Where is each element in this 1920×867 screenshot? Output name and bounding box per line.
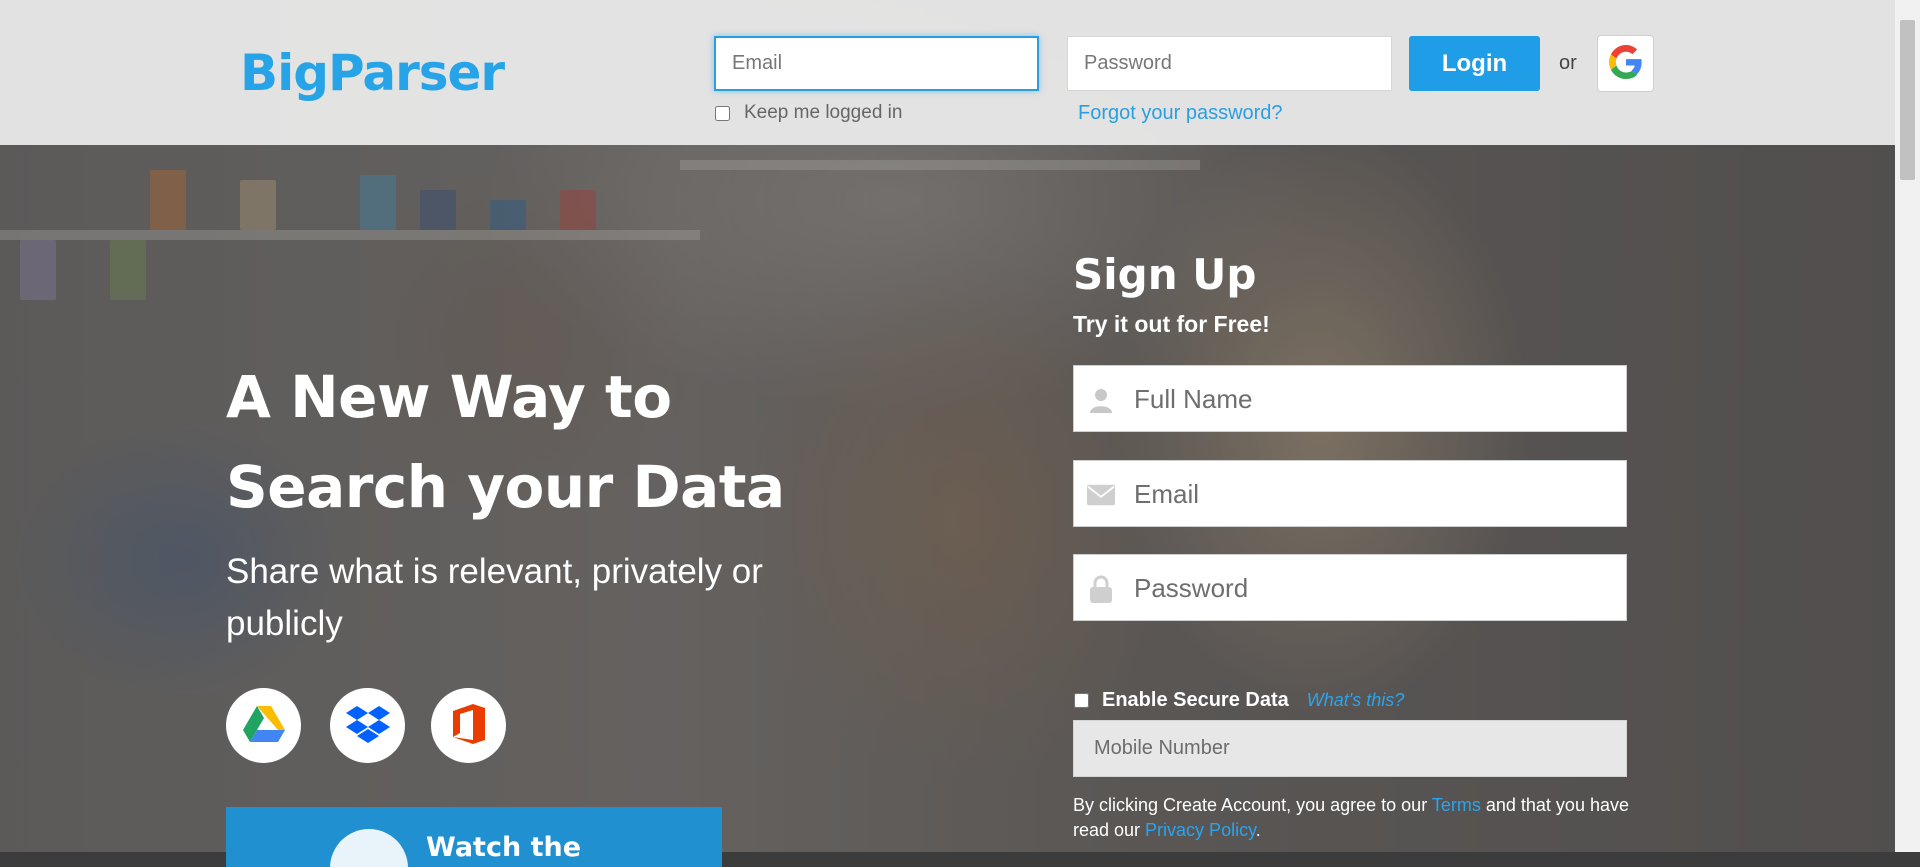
signup-title: Sign Up [1073,250,1257,299]
lock-icon [1087,575,1115,603]
hero-title-line2: Search your Data [226,453,785,521]
google-login-button[interactable] [1597,35,1654,92]
privacy-policy-link[interactable]: Privacy Policy [1145,820,1256,840]
envelope-icon [1087,481,1115,509]
signup-subtitle: Try it out for Free! [1073,311,1270,337]
top-login-bar: BigParser Login or Keep me logged in For… [0,0,1895,145]
fullname-input[interactable] [1132,366,1616,433]
office-button[interactable] [431,688,506,763]
google-drive-icon [242,704,286,748]
google-logo-icon [1608,44,1643,83]
forgot-password-link[interactable]: Forgot your password? [1078,102,1283,125]
hero-subtitle: Share what is relevant, privately or pub… [226,552,763,643]
keep-logged-in-checkbox[interactable] [715,105,730,121]
secure-data-checkbox[interactable] [1074,693,1089,708]
terms-prefix: By clicking Create Account, you agree to… [1073,795,1432,815]
login-button[interactable]: Login [1409,36,1540,91]
secure-data-row: Enable Secure Data What's this? [1073,689,1404,712]
secure-data-label: Enable Secure Data [1102,689,1289,711]
google-drive-button[interactable] [226,688,301,763]
play-icon [330,829,408,867]
fullname-field [1073,365,1627,433]
terms-link[interactable]: Terms [1432,795,1481,815]
hero-title: A New Way to Search your Data [226,352,826,532]
terms-suffix: . [1255,820,1261,840]
whats-this-link[interactable]: What's this? [1307,690,1404,711]
keep-logged-in-label: Keep me logged in [744,102,903,123]
watch-video-button[interactable]: Watch the [226,807,722,867]
bigparser-logo[interactable]: BigParser [240,44,505,102]
dropbox-button[interactable] [330,688,405,763]
scrollbar-thumb[interactable] [1900,20,1915,180]
signup-email-field [1073,460,1627,528]
signup-password-input[interactable] [1132,555,1616,622]
login-email-input[interactable] [714,36,1039,91]
signup-password-field [1073,554,1627,622]
or-label: or [1559,52,1577,74]
user-icon [1087,386,1115,414]
login-password-input[interactable] [1067,36,1392,91]
office-icon [451,703,487,749]
mobile-number-input[interactable] [1073,720,1627,777]
keep-logged-in[interactable]: Keep me logged in [714,102,902,124]
watch-video-label: Watch the [426,832,582,863]
dropbox-icon [345,704,390,748]
hero-title-line1: A New Way to [226,363,672,431]
signup-email-input[interactable] [1132,461,1616,528]
terms-notice: By clicking Create Account, you agree to… [1073,793,1633,843]
